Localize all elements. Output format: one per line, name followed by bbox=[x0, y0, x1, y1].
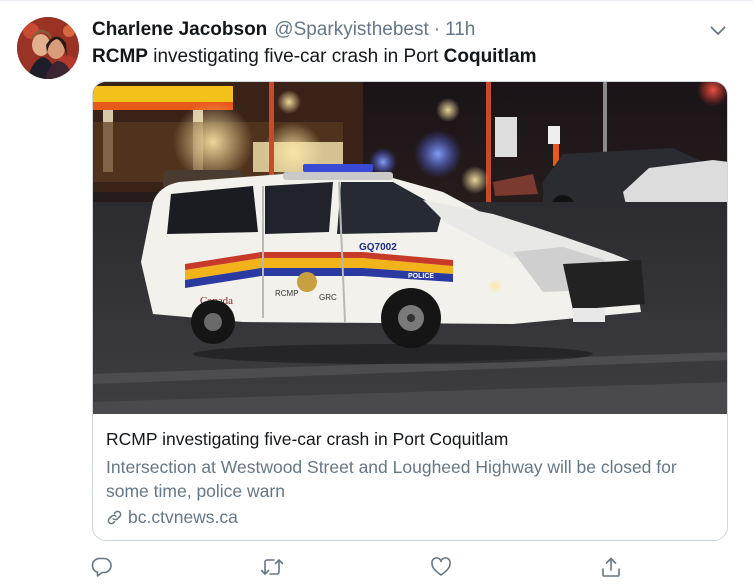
user-handle[interactable]: @Sparkyisthebest bbox=[274, 19, 428, 41]
tweet-text-body: investigating five-car crash in Port bbox=[147, 46, 444, 67]
chevron-down-icon[interactable] bbox=[706, 20, 730, 42]
card-description: Intersection at Westwood Street and Loug… bbox=[106, 457, 677, 501]
avatar[interactable] bbox=[17, 17, 79, 79]
avatar-image bbox=[17, 17, 79, 79]
card-title: RCMP investigating five-car crash in Por… bbox=[106, 429, 509, 449]
display-name[interactable]: Charlene Jacobson bbox=[92, 19, 267, 41]
tweet[interactable]: Charlene Jacobson @Sparkyisthebest · 11h… bbox=[0, 0, 753, 587]
separator-dot: · bbox=[433, 19, 441, 40]
tweet-header: Charlene Jacobson @Sparkyisthebest · 11h bbox=[92, 18, 475, 42]
retweet-icon[interactable] bbox=[260, 555, 284, 579]
tweet-text-hashtag-coquitlam[interactable]: Coquitlam bbox=[444, 46, 537, 67]
svg-text:GQ7002: GQ7002 bbox=[359, 242, 397, 253]
action-bar bbox=[90, 555, 652, 579]
tweet-text: RCMP investigating five-car crash in Por… bbox=[92, 45, 537, 69]
card-domain-text: bc.ctvnews.ca bbox=[128, 507, 238, 527]
tweet-text-hashtag-rcmp[interactable]: RCMP bbox=[92, 46, 148, 67]
link-card[interactable]: Canada RCMP GRC GQ7002 POLICE RCMP inve bbox=[92, 81, 728, 541]
police-car-crash-photo[interactable]: Canada RCMP GRC GQ7002 POLICE bbox=[93, 82, 727, 414]
link-icon bbox=[106, 509, 123, 526]
card-domain: bc.ctvnews.ca bbox=[106, 506, 718, 529]
divider bbox=[0, 0, 753, 1]
timestamp[interactable]: 11h bbox=[445, 19, 475, 41]
share-icon[interactable] bbox=[599, 555, 623, 579]
svg-text:RCMP: RCMP bbox=[275, 289, 299, 298]
svg-text:GRC: GRC bbox=[319, 293, 337, 302]
reply-icon[interactable] bbox=[90, 555, 114, 579]
heart-icon[interactable] bbox=[429, 555, 453, 579]
card-body: RCMP investigating five-car crash in Por… bbox=[106, 428, 718, 529]
svg-text:POLICE: POLICE bbox=[408, 273, 434, 280]
